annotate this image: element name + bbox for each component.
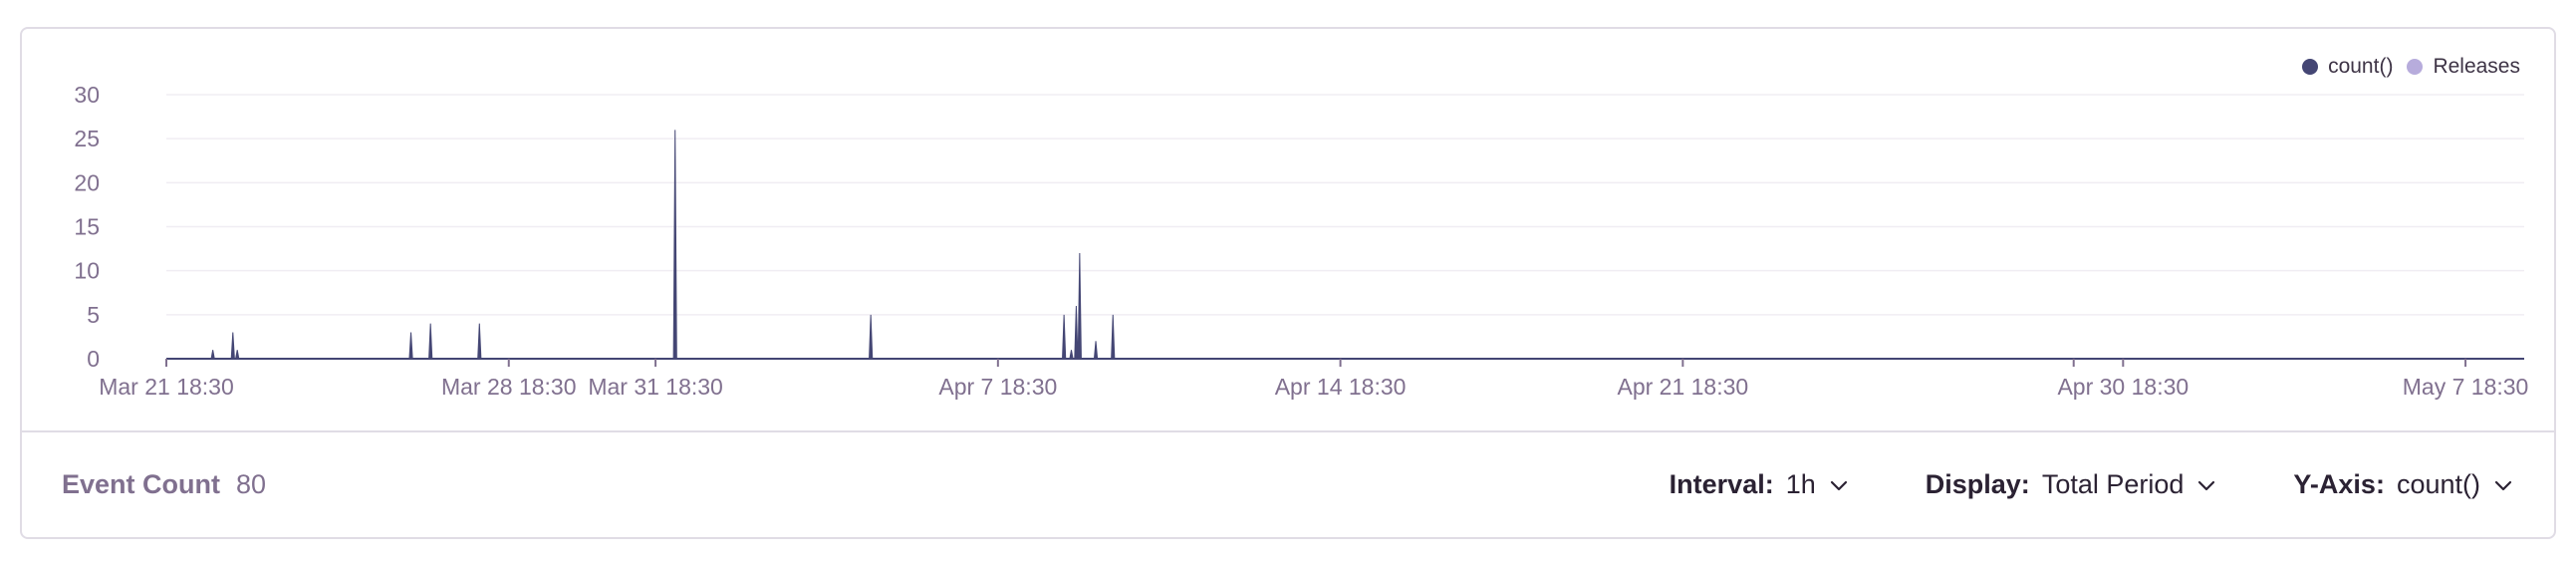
- chart-legend: count() Releases: [2302, 55, 2520, 79]
- data-spike: [477, 323, 482, 360]
- legend-dot-icon: [2302, 59, 2319, 75]
- legend-item-releases[interactable]: Releases: [2407, 55, 2520, 79]
- data-spike: [1074, 305, 1079, 360]
- interval-label: Interval:: [1669, 469, 1774, 499]
- x-tick-label: Mar 28 18:30: [441, 374, 577, 400]
- data-spike: [230, 332, 235, 360]
- x-tick-label: Apr 30 18:30: [2057, 374, 2189, 400]
- y-tick-label: 25: [74, 126, 100, 151]
- legend-dot-icon: [2407, 59, 2424, 75]
- chevron-down-icon: [2494, 480, 2512, 490]
- event-count-label: Event Count: [62, 469, 220, 499]
- event-count-value: 80: [236, 469, 267, 499]
- y-tick-label: 15: [74, 214, 100, 240]
- data-spike: [235, 350, 240, 360]
- data-spike: [672, 130, 677, 360]
- chevron-down-icon: [2198, 480, 2215, 490]
- event-count: Event Count 80: [62, 432, 266, 537]
- interval-dropdown[interactable]: Interval: 1h: [1670, 469, 1850, 500]
- data-spike: [428, 323, 433, 360]
- x-tick-label: Mar 31 18:30: [588, 374, 723, 400]
- data-spike: [1093, 341, 1099, 360]
- display-label: Display:: [1925, 469, 2030, 499]
- x-tick-label: Apr 21 18:30: [1617, 374, 1748, 400]
- interval-value: 1h: [1785, 469, 1816, 499]
- x-tick-label: Mar 21 18:30: [99, 374, 234, 400]
- y-tick-label: 10: [74, 258, 100, 284]
- yaxis-value: count(): [2396, 469, 2480, 499]
- legend-label: Releases: [2433, 55, 2520, 78]
- y-tick-label: 5: [87, 302, 100, 328]
- yaxis-dropdown[interactable]: Y-Axis: count(): [2293, 469, 2514, 500]
- chart-area: 30 25 20 15 10 5 0 Mar 21 18:30 Mar 28 18:30 Mar …: [22, 29, 2554, 430]
- data-spike: [869, 314, 874, 360]
- chart-controls: Interval: 1h Display: Total Period Y-Axi…: [1670, 432, 2514, 537]
- data-spike: [408, 332, 413, 360]
- data-spike: [210, 350, 215, 360]
- x-tick-label: May 7 18:30: [2403, 374, 2529, 400]
- legend-label: count(): [2328, 55, 2394, 78]
- data-spike: [1069, 350, 1074, 360]
- yaxis-label: Y-Axis:: [2293, 469, 2385, 499]
- x-tick-label: Apr 7 18:30: [938, 374, 1057, 400]
- data-spike: [1111, 314, 1116, 360]
- event-chart: 30 25 20 15 10 5 0Mar 21 18:30 Mar 28 18:30 Mar …: [74, 82, 2529, 400]
- x-tick-label: Apr 14 18:30: [1275, 374, 1407, 400]
- chevron-down-icon: [1830, 480, 1847, 490]
- display-dropdown[interactable]: Display: Total Period: [1926, 469, 2218, 500]
- display-value: Total Period: [2041, 469, 2185, 499]
- data-spike: [1077, 252, 1082, 360]
- chart-panel: 30 25 20 15 10 5 0 Mar 21 18:30 Mar 28 18:30 Mar …: [20, 27, 2556, 539]
- y-tick-label: 20: [74, 169, 100, 195]
- chart-footer: Event Count 80 Interval: 1h Display: Tot…: [22, 430, 2554, 537]
- y-tick-label: 0: [87, 346, 100, 372]
- legend-item-count[interactable]: count(): [2302, 55, 2393, 79]
- data-spike: [1062, 314, 1067, 360]
- y-tick-label: 30: [74, 82, 100, 108]
